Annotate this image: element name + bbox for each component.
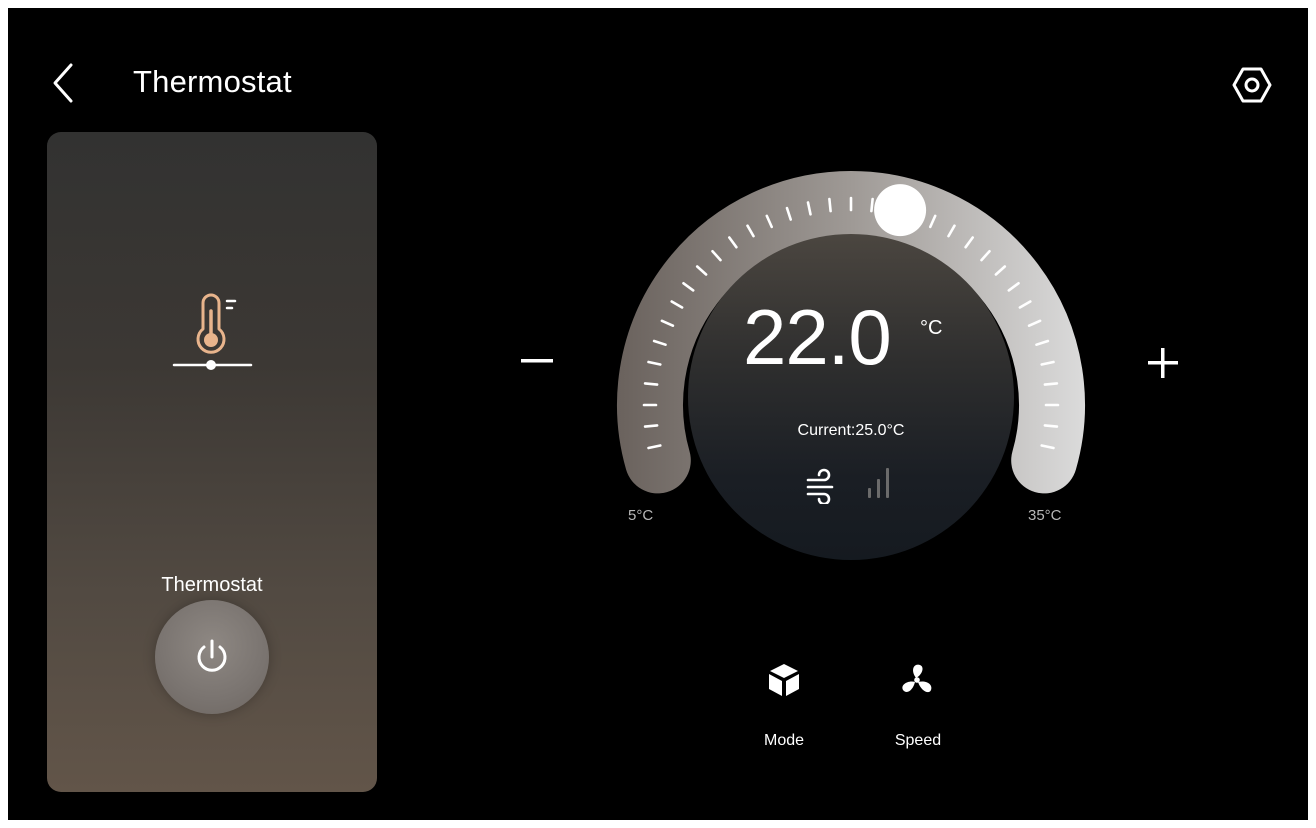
- fan-icon: [902, 664, 932, 693]
- device-card: Thermostat Others: [47, 132, 377, 792]
- increase-temp-button[interactable]: [1144, 344, 1182, 382]
- settings-button[interactable]: [1230, 63, 1274, 107]
- dial-tick: [828, 197, 832, 213]
- mode-label: Mode: [763, 732, 805, 749]
- dial-tick: [643, 382, 659, 386]
- minus-icon: [521, 359, 553, 363]
- thermostat-screen: Thermostat Thermostat Others: [8, 8, 1308, 820]
- device-name: Thermostat: [161, 574, 263, 596]
- min-temp-label: 5°C: [628, 507, 654, 524]
- page-title: Thermostat: [133, 64, 292, 99]
- speed-label: Speed: [894, 732, 942, 749]
- dial-tick: [643, 424, 659, 428]
- center-display: [688, 234, 1014, 560]
- thermometer-icon: [172, 293, 253, 370]
- wind-icon: [806, 468, 834, 504]
- dial-tick: [1043, 382, 1059, 386]
- signal-bars-icon: [868, 468, 889, 498]
- chevron-left-icon: [53, 63, 73, 103]
- decrease-temp-button[interactable]: [516, 340, 558, 382]
- target-temperature: 22.0: [743, 293, 892, 381]
- current-temperature: Current:25.0°C: [797, 422, 905, 439]
- hexagon-settings-icon: [1232, 67, 1272, 103]
- dial-tick: [1043, 424, 1059, 428]
- mode-button[interactable]: Mode: [739, 660, 829, 752]
- power-button[interactable]: [155, 600, 269, 714]
- dial-tick: [870, 197, 874, 213]
- speed-button[interactable]: Speed: [873, 660, 963, 752]
- cube-icon: [769, 664, 799, 696]
- max-temp-label: 35°C: [1028, 507, 1062, 524]
- power-icon: [197, 639, 227, 672]
- back-button[interactable]: [46, 60, 80, 106]
- temperature-unit: °C: [920, 317, 943, 339]
- dial-knob[interactable]: [874, 184, 927, 237]
- plus-icon: [1148, 348, 1178, 378]
